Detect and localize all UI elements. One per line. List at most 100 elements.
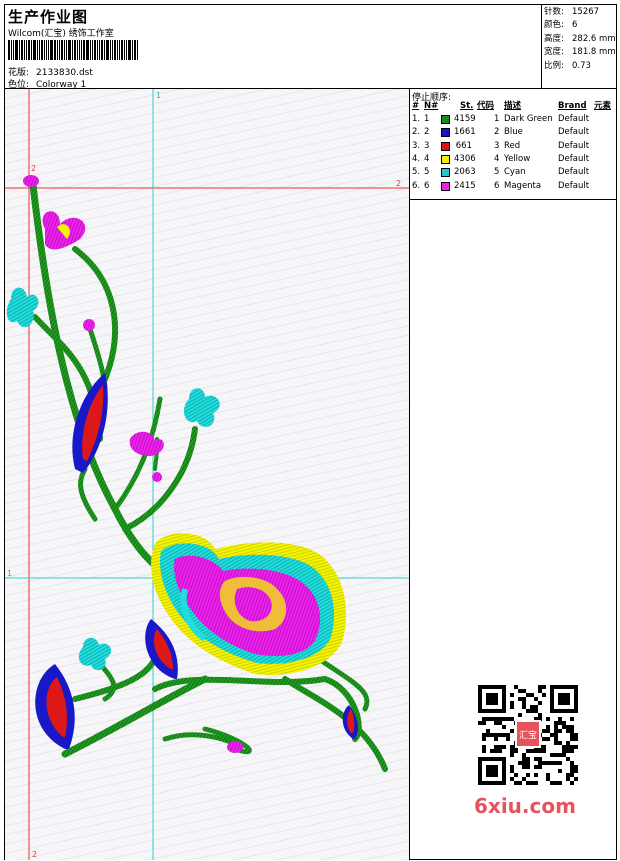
barcode-bar bbox=[31, 40, 32, 60]
qr-module bbox=[538, 761, 542, 765]
qr-module bbox=[478, 721, 482, 725]
qr-module bbox=[510, 769, 514, 773]
qr-module bbox=[574, 765, 578, 769]
qr-module bbox=[526, 765, 530, 769]
col-stitches: St. bbox=[460, 101, 474, 111]
qr-module bbox=[566, 749, 570, 753]
row-num: 4. bbox=[412, 153, 421, 164]
qr-module bbox=[570, 717, 574, 721]
barcode-bar bbox=[24, 40, 25, 60]
qr-badge-text: 汇宝 bbox=[519, 729, 537, 741]
barcode-bar bbox=[11, 40, 12, 60]
row-description: Yellow bbox=[504, 153, 531, 164]
barcode-bar bbox=[46, 40, 47, 60]
qr-module bbox=[550, 733, 554, 737]
barcode-bar bbox=[119, 40, 120, 60]
qr-module bbox=[538, 689, 542, 693]
barcode-bar bbox=[57, 40, 58, 60]
col-element: 元素 bbox=[594, 101, 612, 111]
barcode-bar bbox=[77, 40, 78, 60]
qr-module bbox=[538, 685, 542, 689]
table-row: 5. 5 2063 5 Cyan Default bbox=[410, 166, 617, 179]
barcode-bar bbox=[94, 40, 96, 60]
qr-module bbox=[558, 761, 562, 765]
qr-module bbox=[558, 741, 562, 745]
row-brand: Default bbox=[558, 140, 590, 151]
qr-module bbox=[482, 737, 486, 741]
qr-module bbox=[570, 769, 574, 773]
qr-finder bbox=[486, 765, 498, 777]
qr-module bbox=[570, 781, 574, 785]
sheet-header: 生产作业图 Wilcom(汇宝) 绣饰工作室 花版: 2133830.dst 色位… bbox=[5, 5, 616, 90]
color-swatch bbox=[441, 128, 450, 138]
qr-module bbox=[494, 721, 498, 725]
qr-module bbox=[546, 773, 550, 777]
barcode-bar bbox=[26, 40, 27, 60]
barcode-bar bbox=[19, 40, 20, 60]
qr-module bbox=[574, 745, 578, 749]
qr-module bbox=[482, 733, 486, 737]
barcode-bar bbox=[74, 40, 76, 60]
col-code: 代码 bbox=[477, 101, 495, 111]
table-row: 2. 2 1661 2 Blue Default bbox=[410, 126, 617, 139]
qr-module bbox=[482, 745, 486, 749]
stat-scale: 比例: 0.73 bbox=[544, 60, 591, 71]
barcode-bar bbox=[37, 40, 38, 60]
row-stitches: 4159 bbox=[454, 114, 476, 124]
flower-large bbox=[151, 533, 346, 675]
qr-module bbox=[514, 749, 518, 753]
design-canvas[interactable]: 1 1 2 2 2 bbox=[5, 89, 409, 860]
qr-module bbox=[502, 745, 506, 749]
qr-module bbox=[566, 729, 570, 733]
barcode-bar bbox=[59, 40, 60, 60]
row-description: Blue bbox=[504, 127, 523, 138]
qr-module bbox=[570, 765, 574, 769]
stop-sequence-table: # N# St. 代码 描述 Brand 元素 1. 1 4159 1 Dark Gre… bbox=[410, 100, 617, 200]
table-header: # N# St. 代码 描述 Brand 元素 bbox=[410, 100, 617, 113]
qr-module bbox=[502, 733, 506, 737]
qr-module bbox=[518, 761, 522, 765]
col-description: 描述 bbox=[504, 101, 522, 111]
barcode-bar bbox=[68, 40, 71, 60]
qr-module bbox=[534, 697, 538, 701]
qr-module bbox=[542, 693, 546, 697]
barcode-bar bbox=[83, 40, 85, 60]
row-brand: Default bbox=[558, 153, 590, 164]
qr-module bbox=[522, 777, 526, 781]
row-needle: 4 bbox=[424, 153, 430, 164]
qr-module bbox=[554, 781, 558, 785]
qr-finder bbox=[486, 693, 498, 705]
barcode-bar bbox=[39, 40, 40, 60]
row-num: 2. bbox=[412, 127, 421, 138]
qr-module bbox=[486, 717, 490, 721]
barcode-bar bbox=[44, 40, 45, 60]
qr-module bbox=[506, 717, 510, 721]
qr-module bbox=[570, 729, 574, 733]
row-brand: Default bbox=[558, 127, 590, 138]
marker-top-1: 1 bbox=[156, 91, 161, 100]
qr-module bbox=[538, 749, 542, 753]
qr-code[interactable]: 汇宝 bbox=[474, 685, 582, 785]
qr-module bbox=[570, 761, 574, 765]
qr-module bbox=[522, 705, 526, 709]
barcode-bar bbox=[79, 40, 80, 60]
qr-module bbox=[486, 733, 490, 737]
marker-red-top-2: 2 bbox=[31, 164, 36, 173]
barcode-bar bbox=[66, 40, 67, 60]
qr-module bbox=[566, 777, 570, 781]
barcode-bar bbox=[72, 40, 73, 60]
qr-module bbox=[570, 749, 574, 753]
qr-module bbox=[526, 773, 530, 777]
row-stitches: 2063 bbox=[454, 167, 476, 178]
qr-module bbox=[554, 737, 558, 741]
qr-module bbox=[566, 725, 570, 729]
barcode-bar bbox=[124, 40, 125, 60]
qr-module bbox=[522, 761, 526, 765]
qr-module bbox=[494, 717, 498, 721]
qr-module bbox=[490, 733, 494, 737]
barcode-bar bbox=[64, 40, 65, 60]
qr-module bbox=[522, 697, 526, 701]
qr-module bbox=[498, 717, 502, 721]
qr-module bbox=[518, 713, 522, 717]
qr-module bbox=[530, 781, 534, 785]
